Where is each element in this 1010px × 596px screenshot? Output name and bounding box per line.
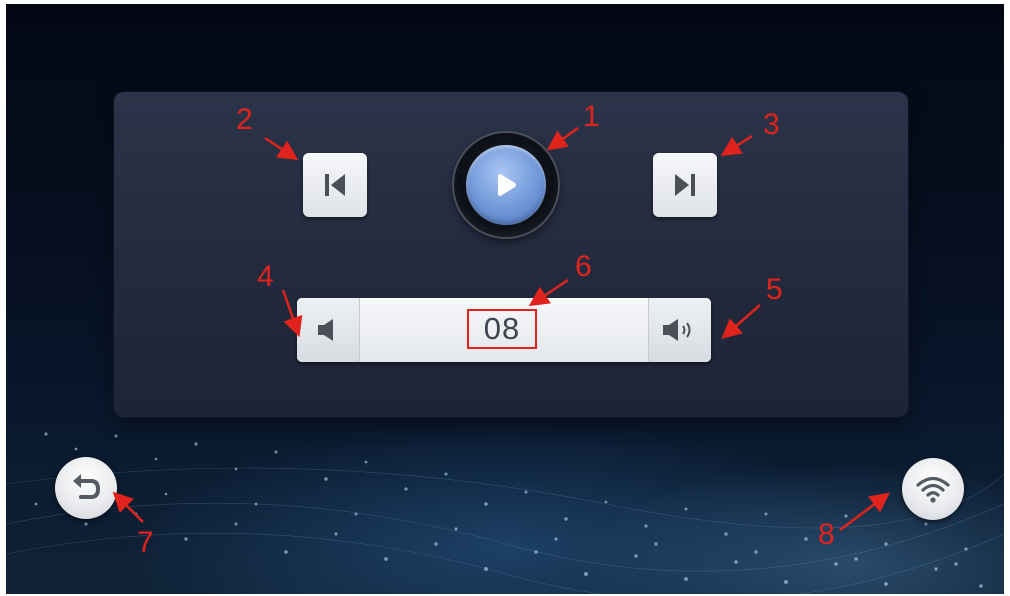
annotation-label: 3 (763, 108, 780, 141)
skip-next-icon (675, 174, 695, 196)
volume-level-value: 08 (467, 309, 537, 349)
skip-previous-icon (325, 174, 345, 196)
annotation-label: 5 (766, 273, 783, 306)
back-button[interactable] (55, 457, 117, 519)
volume-down-icon (318, 319, 333, 341)
annotation-label: 4 (257, 260, 274, 293)
annotation-label: 6 (575, 250, 592, 283)
annotation-label: 1 (583, 100, 600, 133)
play-icon (498, 174, 516, 196)
wifi-icon (916, 476, 950, 503)
volume-up-icon (663, 319, 691, 341)
annotation-label: 8 (818, 518, 835, 551)
volume-control: 08 (297, 298, 711, 362)
annotation-label: 7 (137, 526, 154, 559)
wifi-button[interactable] (902, 458, 964, 520)
next-track-button[interactable] (653, 153, 717, 217)
volume-up-button[interactable] (648, 298, 711, 362)
volume-down-button[interactable] (297, 298, 360, 362)
annotation-label: 2 (236, 103, 253, 136)
previous-track-button[interactable] (303, 153, 367, 217)
play-button-face (466, 145, 546, 225)
back-arrow-icon (73, 474, 101, 499)
play-button[interactable] (454, 133, 558, 237)
